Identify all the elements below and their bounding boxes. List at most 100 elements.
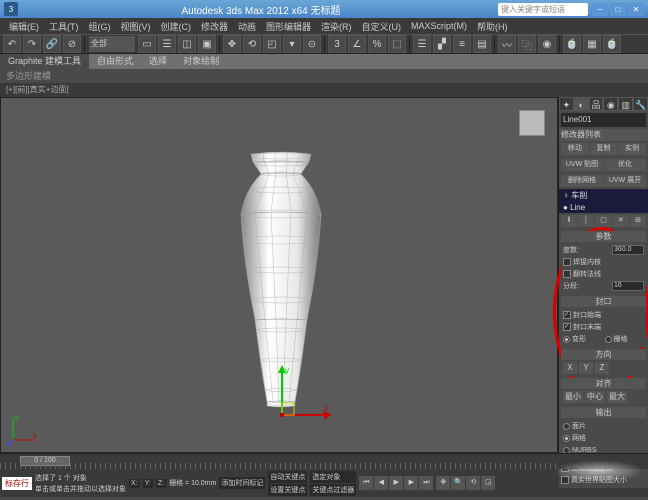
nav-orbit-icon[interactable]: ⟲ bbox=[466, 476, 480, 490]
coord-x[interactable]: X: bbox=[129, 479, 140, 488]
btn-move[interactable]: 移动 bbox=[561, 143, 589, 155]
maximize-button[interactable]: □ bbox=[610, 3, 626, 16]
tab-hierarchy-icon[interactable]: 品 bbox=[589, 97, 604, 111]
coord-y[interactable]: Y: bbox=[143, 479, 153, 488]
snap-button[interactable]: 3 bbox=[328, 35, 346, 53]
ribbon-tab-graphite[interactable]: Graphite 建模工具 bbox=[0, 54, 89, 69]
tab-display-icon[interactable]: ▥ bbox=[618, 97, 633, 111]
refcoord-button[interactable]: ▾ bbox=[283, 35, 301, 53]
grid-radio[interactable] bbox=[605, 336, 612, 343]
material-button[interactable]: ◉ bbox=[538, 35, 556, 53]
btn-uvwmap[interactable]: UVW 贴图 bbox=[561, 159, 603, 171]
unlink-button[interactable]: ⊘ bbox=[63, 35, 81, 53]
selobj-dropdown[interactable]: 选定对象 bbox=[310, 471, 356, 483]
search-input[interactable]: 键入关键字或短语 bbox=[498, 3, 588, 16]
autokey-button[interactable]: 自动关键点 bbox=[268, 471, 307, 483]
window-crossing-button[interactable]: ▣ bbox=[198, 35, 216, 53]
next-frame-icon[interactable]: ▶ bbox=[404, 476, 418, 490]
capstart-checkbox[interactable] bbox=[563, 311, 571, 319]
out-patch-radio[interactable] bbox=[563, 423, 570, 430]
menu-create[interactable]: 创建(C) bbox=[156, 20, 197, 33]
scale-button[interactable]: ◰ bbox=[263, 35, 281, 53]
selection-filter[interactable]: 全部 bbox=[89, 36, 135, 52]
select-button[interactable]: ▭ bbox=[138, 35, 156, 53]
undo-button[interactable]: ↶ bbox=[3, 35, 21, 53]
menu-graph[interactable]: 图形编辑器 bbox=[261, 20, 316, 33]
stack-config-icon[interactable]: ⊞ bbox=[630, 215, 646, 227]
curve-editor-button[interactable]: 〰 bbox=[498, 35, 516, 53]
viewcube[interactable] bbox=[519, 110, 545, 136]
tab-modify-icon[interactable]: ◐ bbox=[574, 97, 589, 111]
tab-create-icon[interactable]: ✦ bbox=[559, 97, 574, 111]
btn-optimize[interactable]: 优化 bbox=[604, 159, 646, 171]
align-max-button[interactable]: 最大 bbox=[607, 391, 627, 403]
play-icon[interactable]: ▶ bbox=[389, 476, 403, 490]
capend-checkbox[interactable] bbox=[563, 323, 571, 331]
keyfilter-button[interactable]: 关键点过滤器 bbox=[310, 484, 356, 496]
stack-remove-icon[interactable]: ✕ bbox=[613, 215, 629, 227]
menu-edit[interactable]: 编辑(E) bbox=[4, 20, 44, 33]
degrees-spinner[interactable]: 360.0 bbox=[612, 245, 644, 255]
menu-view[interactable]: 视图(V) bbox=[116, 20, 156, 33]
render-button[interactable]: 🍵 bbox=[603, 35, 621, 53]
rotate-button[interactable]: ⟲ bbox=[243, 35, 261, 53]
close-button[interactable]: ✕ bbox=[628, 3, 644, 16]
btn-delmesh[interactable]: 删除网格 bbox=[561, 175, 603, 187]
coord-z[interactable]: Z: bbox=[156, 479, 166, 488]
schematic-button[interactable]: ⿻ bbox=[518, 35, 536, 53]
menu-customize[interactable]: 自定义(U) bbox=[357, 20, 407, 33]
axis-y-button[interactable]: Y bbox=[579, 362, 593, 374]
nav-zoom-icon[interactable]: 🔍 bbox=[451, 476, 465, 490]
mirror-button[interactable]: ▞ bbox=[433, 35, 451, 53]
named-sel-button[interactable]: ☰ bbox=[413, 35, 431, 53]
ribbon-tab-select[interactable]: 选择 bbox=[141, 54, 175, 69]
timeline[interactable]: 0 / 100 bbox=[0, 453, 648, 469]
select-region-button[interactable]: ◫ bbox=[178, 35, 196, 53]
ribbon-tab-freeform[interactable]: 自由形式 bbox=[89, 54, 141, 69]
angle-snap-button[interactable]: ∠ bbox=[348, 35, 366, 53]
viewport-label-text[interactable]: [+][前][真实+边面] bbox=[6, 83, 69, 97]
mod-line[interactable]: ● Line bbox=[559, 202, 648, 213]
move-button[interactable]: ✥ bbox=[223, 35, 241, 53]
stack-pin-icon[interactable]: ‖ bbox=[561, 215, 577, 227]
nav-pan-icon[interactable]: ✥ bbox=[436, 476, 450, 490]
align-center-button[interactable]: 中心 bbox=[585, 391, 605, 403]
modifier-list-dropdown[interactable]: 修改器列表 bbox=[559, 129, 648, 141]
percent-snap-button[interactable]: % bbox=[368, 35, 386, 53]
mod-lathe[interactable]: ♀ 车削 bbox=[559, 189, 648, 202]
nav-max-icon[interactable]: ◲ bbox=[481, 476, 495, 490]
menu-modifiers[interactable]: 修改器 bbox=[196, 20, 233, 33]
tab-utilities-icon[interactable]: 🔧 bbox=[633, 97, 648, 111]
goto-end-icon[interactable]: ⏭ bbox=[419, 476, 433, 490]
btn-uvwunwrap[interactable]: UVW 展开 bbox=[604, 175, 646, 187]
align-button[interactable]: ≡ bbox=[453, 35, 471, 53]
segs-spinner[interactable]: 16 bbox=[612, 281, 644, 291]
menu-render[interactable]: 渲染(R) bbox=[316, 20, 357, 33]
tab-motion-icon[interactable]: ◉ bbox=[603, 97, 618, 111]
menu-tools[interactable]: 工具(T) bbox=[44, 20, 84, 33]
link-button[interactable]: 🔗 bbox=[43, 35, 61, 53]
weld-checkbox[interactable] bbox=[563, 258, 571, 266]
ribbon-tab-paint[interactable]: 对象绘制 bbox=[175, 54, 227, 69]
morph-radio[interactable] bbox=[563, 336, 570, 343]
axis-x-button[interactable]: X bbox=[563, 362, 577, 374]
realworld-checkbox[interactable] bbox=[561, 476, 569, 484]
menu-group[interactable]: 组(G) bbox=[84, 20, 116, 33]
axis-z-button[interactable]: Z bbox=[595, 362, 609, 374]
setkey-button[interactable]: 设置关键点 bbox=[268, 484, 307, 496]
object-name-field[interactable]: Line001 bbox=[561, 113, 646, 127]
modifier-stack[interactable]: ♀ 车削 ● Line bbox=[559, 189, 648, 213]
align-min-button[interactable]: 最小 bbox=[563, 391, 583, 403]
pivot-button[interactable]: ⊙ bbox=[303, 35, 321, 53]
time-ruler[interactable] bbox=[0, 463, 558, 469]
menu-animation[interactable]: 动画 bbox=[233, 20, 261, 33]
prev-frame-icon[interactable]: ◀ bbox=[374, 476, 388, 490]
minimize-button[interactable]: − bbox=[592, 3, 608, 16]
stack-unique-icon[interactable]: ▢ bbox=[595, 215, 611, 227]
menu-maxscript[interactable]: MAXScript(M) bbox=[406, 21, 472, 31]
menu-help[interactable]: 帮助(H) bbox=[472, 20, 513, 33]
stack-show-icon[interactable]: │ bbox=[578, 215, 594, 227]
transform-gizmo[interactable]: y x bbox=[274, 363, 334, 423]
goto-start-icon[interactable]: ⏮ bbox=[359, 476, 373, 490]
flip-checkbox[interactable] bbox=[563, 270, 571, 278]
